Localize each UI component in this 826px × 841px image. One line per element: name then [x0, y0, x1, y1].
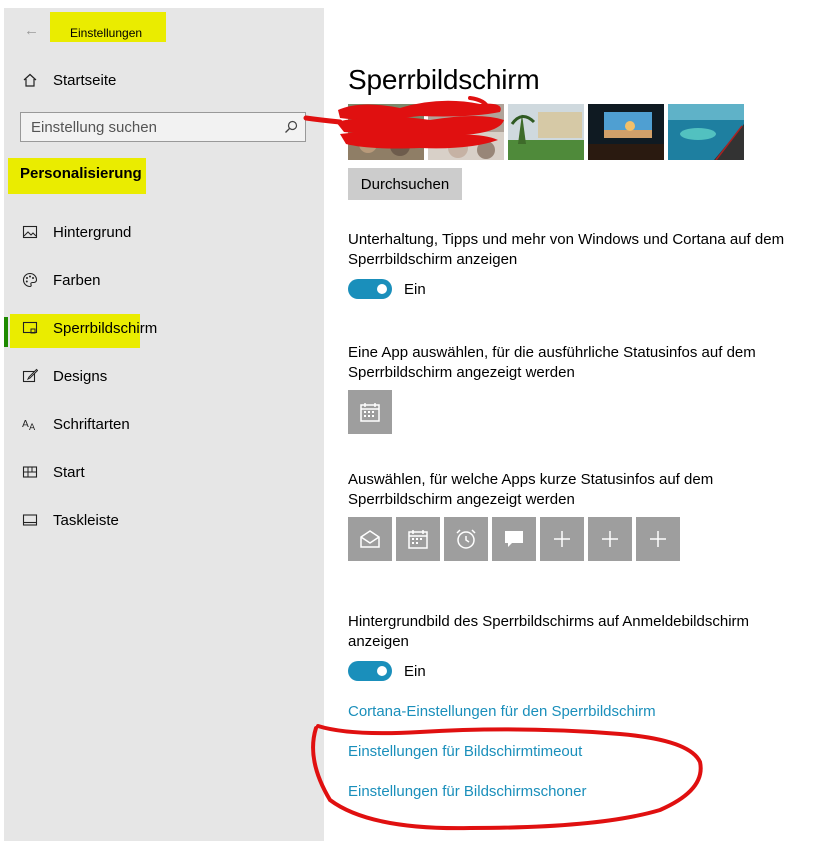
- page-title: Sperrbildschirm: [348, 64, 540, 95]
- quick-status-app[interactable]: [588, 517, 632, 561]
- lock-screen-icon: [21, 319, 39, 337]
- sidebar-item-label: Farben: [53, 271, 101, 289]
- mail-icon: [360, 530, 380, 548]
- svg-text:A: A: [22, 419, 29, 430]
- toggle-knob: [377, 284, 387, 294]
- sidebar-item-taskleiste[interactable]: Taskleiste: [4, 500, 324, 540]
- calendar-icon: [408, 530, 428, 549]
- toggle-knob: [377, 666, 387, 676]
- brush-icon: [21, 367, 39, 385]
- sidebar-item-home[interactable]: Startseite: [4, 60, 324, 100]
- signin-background-description: Hintergrundbild des Sperrbildschirms auf…: [348, 613, 750, 650]
- toggle-state-label: Ein: [404, 662, 426, 680]
- chat-icon: [505, 531, 523, 547]
- sidebar-item-designs[interactable]: Designs: [4, 356, 324, 396]
- taskbar-icon: [21, 511, 39, 529]
- detailed-status-app[interactable]: [348, 390, 392, 434]
- search-box[interactable]: [20, 112, 306, 142]
- detailed-status-description: Eine App auswählen, für die ausführliche…: [348, 344, 756, 381]
- screen-timeout-link[interactable]: Einstellungen für Bildschirmtimeout: [348, 743, 582, 760]
- browse-button[interactable]: Durchsuchen: [348, 168, 462, 200]
- sidebar-item-label: Schriftarten: [53, 415, 130, 433]
- start-icon: [21, 463, 39, 481]
- wallpaper-thumbnail[interactable]: [588, 104, 664, 160]
- sidebar-item-label: Start: [53, 463, 85, 481]
- quick-status-app[interactable]: [492, 517, 536, 561]
- app-title: Einstellungen: [70, 26, 143, 40]
- sidebar-item-hintergrund[interactable]: Hintergrund: [4, 212, 324, 252]
- signin-toggle-row[interactable]: Ein: [348, 661, 426, 681]
- sidebar-item-label: Startseite: [53, 71, 117, 89]
- sidebar-item-schriftarten[interactable]: AA Schriftarten: [4, 404, 324, 444]
- sidebar-item-label: Sperrbildschirm: [53, 319, 158, 337]
- svg-text:A: A: [29, 423, 36, 432]
- sidebar-item-label: Hintergrund: [53, 223, 132, 241]
- quick-status-description: Auswählen, für welche Apps kurze Statusi…: [348, 471, 714, 508]
- image-icon: [21, 223, 39, 241]
- plus-icon: [554, 531, 570, 547]
- quick-status-app[interactable]: [348, 517, 392, 561]
- palette-icon: [21, 271, 39, 289]
- sidebar-item-farben[interactable]: Farben: [4, 260, 324, 300]
- tips-toggle-row[interactable]: Ein: [348, 279, 426, 299]
- wallpaper-thumbnail[interactable]: [428, 104, 504, 160]
- cortana-settings-link[interactable]: Cortana-Einstellungen für den Sperrbilds…: [348, 703, 656, 720]
- calendar-icon: [360, 403, 380, 422]
- wallpaper-thumbnail[interactable]: [348, 104, 424, 160]
- sidebar-item-label: Taskleiste: [53, 511, 119, 529]
- tips-description: Unterhaltung, Tipps und mehr von Windows…: [348, 231, 785, 268]
- quick-status-app[interactable]: [540, 517, 584, 561]
- plus-icon: [602, 531, 618, 547]
- quick-status-app[interactable]: [636, 517, 680, 561]
- sidebar-item-start[interactable]: Start: [4, 452, 324, 492]
- main-content: Sperrbildschirm Durchsuchen Unterhaltung…: [348, 0, 818, 841]
- section-heading: Personalisierung: [20, 165, 142, 182]
- screensaver-link[interactable]: Einstellungen für Bildschirmschoner: [348, 783, 586, 800]
- search-input[interactable]: [21, 117, 283, 137]
- quick-status-app[interactable]: [396, 517, 440, 561]
- wallpaper-thumbnail[interactable]: [508, 104, 584, 160]
- sidebar: ← Einstellungen Startseite Personalisier…: [4, 8, 324, 841]
- home-icon: [21, 71, 39, 89]
- signin-background-toggle[interactable]: [348, 661, 392, 681]
- quick-status-app[interactable]: [444, 517, 488, 561]
- search-icon[interactable]: [284, 120, 298, 134]
- sidebar-item-label: Designs: [53, 367, 108, 385]
- back-arrow-icon[interactable]: ←: [24, 22, 39, 39]
- alarm-clock-icon: [456, 529, 476, 549]
- plus-icon: [650, 531, 666, 547]
- wallpaper-thumbnail[interactable]: [668, 104, 744, 160]
- tips-toggle[interactable]: [348, 279, 392, 299]
- toggle-state-label: Ein: [404, 280, 426, 298]
- sidebar-item-sperrbildschirm[interactable]: Sperrbildschirm: [4, 308, 324, 348]
- font-icon: AA: [21, 415, 39, 433]
